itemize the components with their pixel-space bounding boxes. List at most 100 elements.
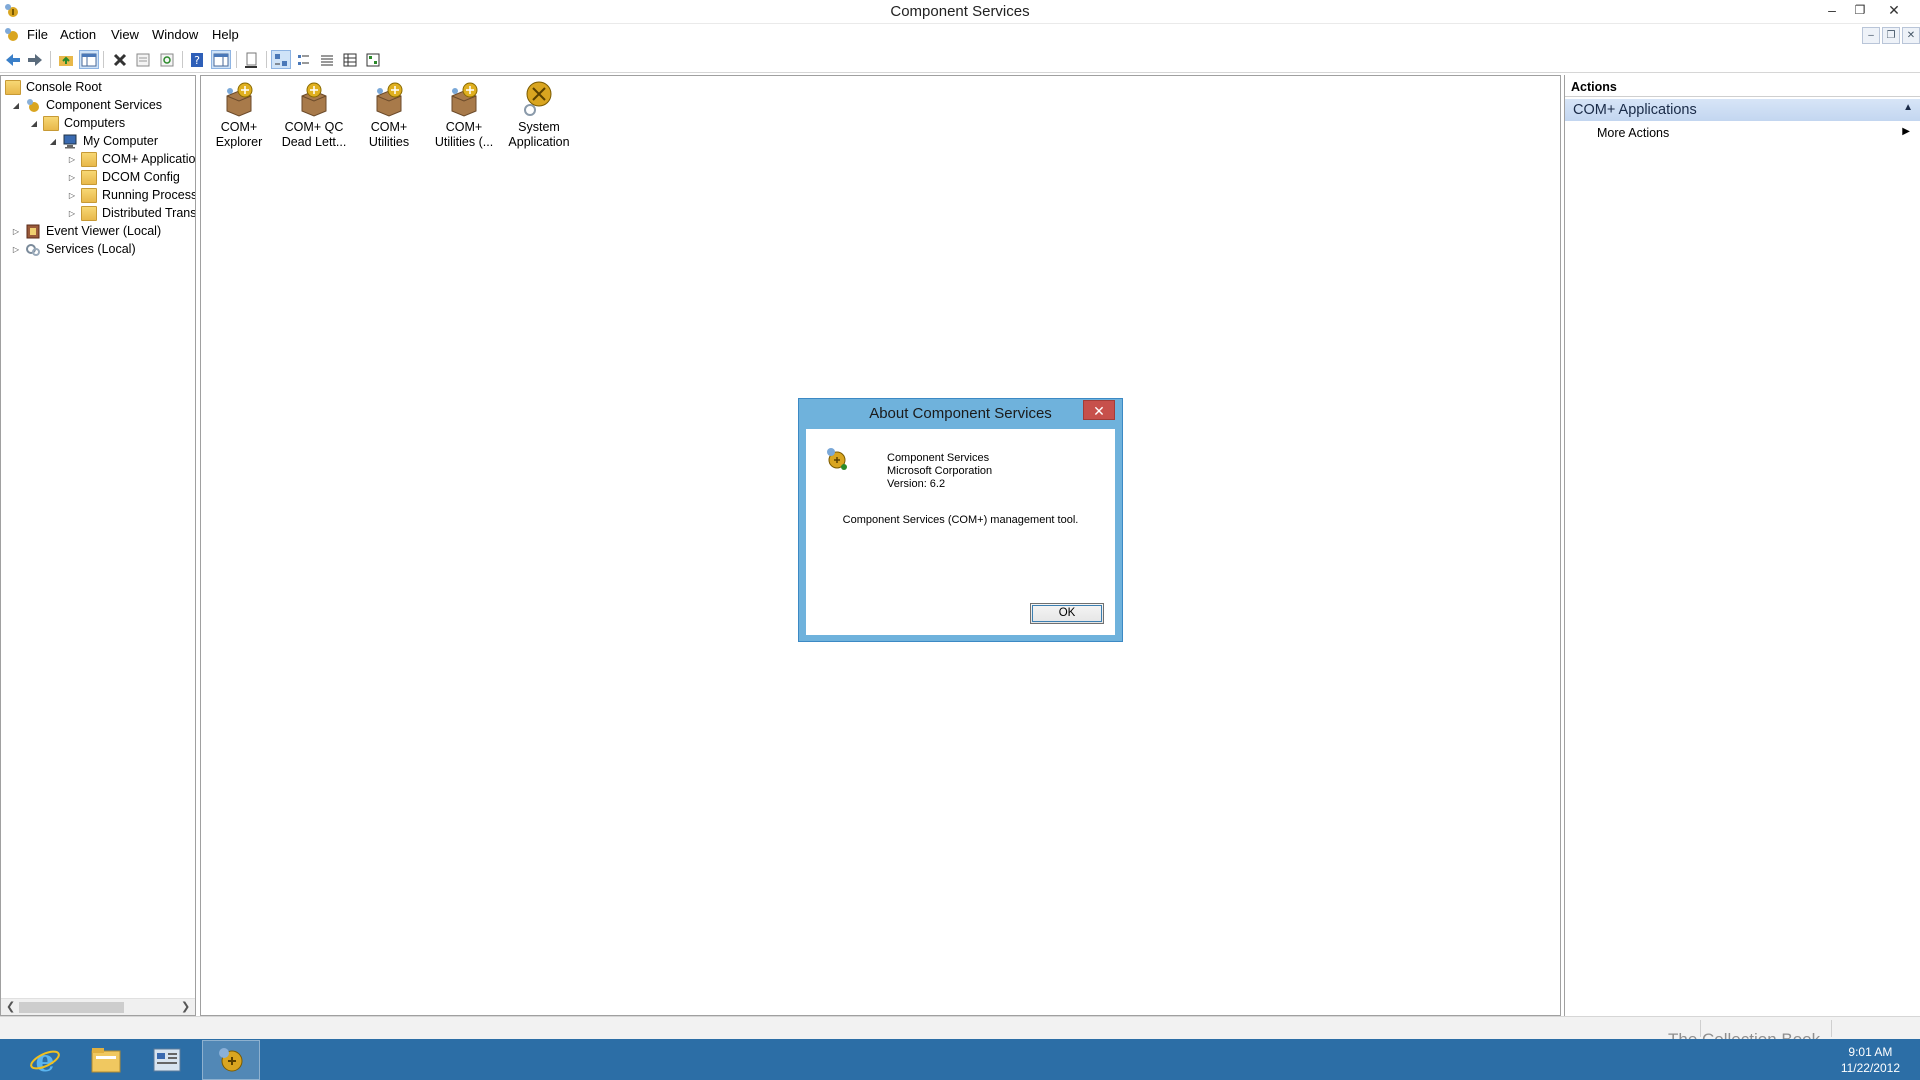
mdi-restore-button[interactable]: ❐ [1882, 27, 1900, 44]
collapse-up-icon[interactable]: ▲ [1903, 102, 1913, 113]
tree-item-dcom-config[interactable]: ▷ DCOM Config [67, 168, 180, 186]
back-icon[interactable] [3, 50, 23, 69]
com-package-icon [221, 80, 257, 118]
status-view-icon[interactable] [363, 50, 383, 69]
title-bar: Component Services – ❐ ✕ [0, 0, 1920, 24]
tree-item-console-root[interactable]: Console Root [5, 78, 102, 96]
item-label-line1: COM+ QC [284, 120, 344, 134]
minimize-button[interactable]: – [1818, 0, 1846, 20]
collapse-arrow-icon[interactable]: ◢ [11, 101, 21, 110]
show-hide-tree-icon[interactable] [79, 50, 99, 69]
close-button[interactable]: ✕ [1880, 0, 1908, 20]
mdi-close-button[interactable]: ✕ [1902, 27, 1920, 44]
item-label-line2: Application [508, 135, 570, 149]
clock-time: 9:01 AM [1848, 1045, 1893, 1059]
forward-icon[interactable] [25, 50, 45, 69]
refresh-icon[interactable] [157, 50, 177, 69]
com-utilities-item[interactable]: COM+ Utilities [354, 80, 424, 150]
com-qc-dead-letter-item[interactable]: COM+ QC Dead Lett... [279, 80, 349, 150]
submenu-arrow-icon[interactable]: ▶ [1902, 126, 1910, 137]
tree-item-component-services[interactable]: ◢ Component Services [11, 96, 162, 114]
collapse-arrow-icon[interactable]: ◢ [29, 119, 39, 128]
toolbar: ? [0, 46, 1920, 73]
tree-item-com-applications[interactable]: ▷ COM+ Applicatio [67, 150, 195, 168]
large-icons-view-icon[interactable] [271, 50, 291, 69]
properties-icon[interactable] [133, 50, 153, 69]
internet-explorer-icon[interactable]: e [16, 1040, 74, 1080]
tree-item-distributed-transactions[interactable]: ▷ Distributed Trans. [67, 204, 195, 222]
detail-view-icon[interactable] [340, 50, 360, 69]
menu-view[interactable]: View [108, 27, 142, 42]
system-application-item[interactable]: System Application [504, 80, 574, 150]
delete-icon[interactable] [110, 50, 130, 69]
dialog-company: Microsoft Corporation [887, 465, 993, 477]
dialog-close-button[interactable]: ✕ [1083, 400, 1115, 420]
expand-arrow-icon[interactable]: ▷ [67, 209, 77, 218]
item-label-line1: COM+ [220, 120, 258, 134]
computer-icon [62, 134, 78, 149]
component-services-icon [25, 98, 41, 113]
dialog-version: Version: 6.2 [887, 478, 946, 490]
up-folder-icon[interactable] [56, 50, 76, 69]
mdi-minimize-button[interactable]: – [1862, 27, 1880, 44]
com-package-icon [371, 80, 407, 118]
folder-icon [81, 205, 97, 221]
menu-window[interactable]: Window [149, 27, 201, 42]
ok-button[interactable]: OK [1030, 603, 1104, 624]
expand-arrow-icon[interactable]: ▷ [67, 155, 77, 164]
expand-arrow-icon[interactable]: ▷ [67, 191, 77, 200]
clock-date: 11/22/2012 [1840, 1061, 1900, 1075]
window-title: Component Services [890, 3, 1030, 20]
tree-item-services[interactable]: ▷ Services (Local) [11, 240, 136, 258]
tree-item-computers[interactable]: ◢ Computers [29, 114, 125, 132]
folder-icon [81, 169, 97, 185]
scroll-left-icon[interactable]: ❮ [6, 1000, 15, 1013]
folder-icon [81, 151, 97, 167]
more-actions-item[interactable]: More Actions [1597, 126, 1669, 140]
about-dialog: About Component Services ✕ Component Ser… [798, 398, 1123, 642]
com-package-icon [446, 80, 482, 118]
restore-button[interactable]: ❐ [1846, 0, 1874, 20]
actions-group-label: COM+ Applications [1573, 102, 1697, 118]
com-explorer-item[interactable]: COM+ Explorer [204, 80, 274, 150]
tree-item-my-computer[interactable]: ◢ My Computer [48, 132, 158, 150]
event-viewer-icon [25, 224, 41, 239]
component-services-icon[interactable] [4, 27, 20, 43]
console-tree[interactable]: Console Root ◢ Component Services ◢ Comp… [0, 75, 196, 1016]
component-services-icon[interactable] [202, 1040, 260, 1080]
tree-item-label: Running Processe [102, 188, 196, 202]
actions-group-com-applications[interactable]: COM+ Applications ▲ [1565, 99, 1920, 121]
show-hide-action-pane-icon[interactable] [211, 50, 231, 69]
menu-file[interactable]: File [24, 27, 51, 42]
expand-arrow-icon[interactable]: ▷ [11, 227, 21, 236]
folder-icon [5, 79, 21, 95]
expand-arrow-icon[interactable]: ▷ [67, 173, 77, 182]
tree-item-running-processes[interactable]: ▷ Running Processe [67, 186, 196, 204]
item-label-line2: Utilities (... [434, 135, 494, 149]
tree-item-label: Console Root [26, 80, 102, 94]
list-view-icon[interactable] [317, 50, 337, 69]
actions-header: Actions [1565, 75, 1920, 97]
tree-item-event-viewer[interactable]: ▷ Event Viewer (Local) [11, 222, 161, 240]
menu-action[interactable]: Action [57, 27, 99, 42]
scrollbar-thumb[interactable] [19, 1002, 124, 1013]
server-manager-icon[interactable] [138, 1040, 196, 1080]
tree-horizontal-scrollbar[interactable]: ❮ ❯ [1, 998, 195, 1015]
export-list-icon[interactable] [241, 50, 261, 69]
file-explorer-icon[interactable] [77, 1040, 135, 1080]
small-icons-view-icon[interactable] [294, 50, 314, 69]
scroll-right-icon[interactable]: ❯ [181, 1000, 190, 1013]
svg-text:e: e [35, 1044, 54, 1076]
expand-arrow-icon[interactable]: ▷ [11, 245, 21, 254]
tray-clock[interactable]: 9:01 AM 11/22/2012 [1841, 1044, 1900, 1076]
com-utilities-32-item[interactable]: COM+ Utilities (... [429, 80, 499, 150]
help-icon[interactable]: ? [187, 50, 207, 69]
tree-item-label: Event Viewer (Local) [46, 224, 162, 238]
item-label-line2: Explorer [215, 135, 263, 149]
item-label-line2: Dead Lett... [281, 135, 347, 149]
tree-item-label: Component Services [46, 98, 163, 112]
services-icon [25, 242, 41, 257]
menu-help[interactable]: Help [209, 27, 242, 42]
collapse-arrow-icon[interactable]: ◢ [48, 137, 58, 146]
folder-icon [81, 187, 97, 203]
